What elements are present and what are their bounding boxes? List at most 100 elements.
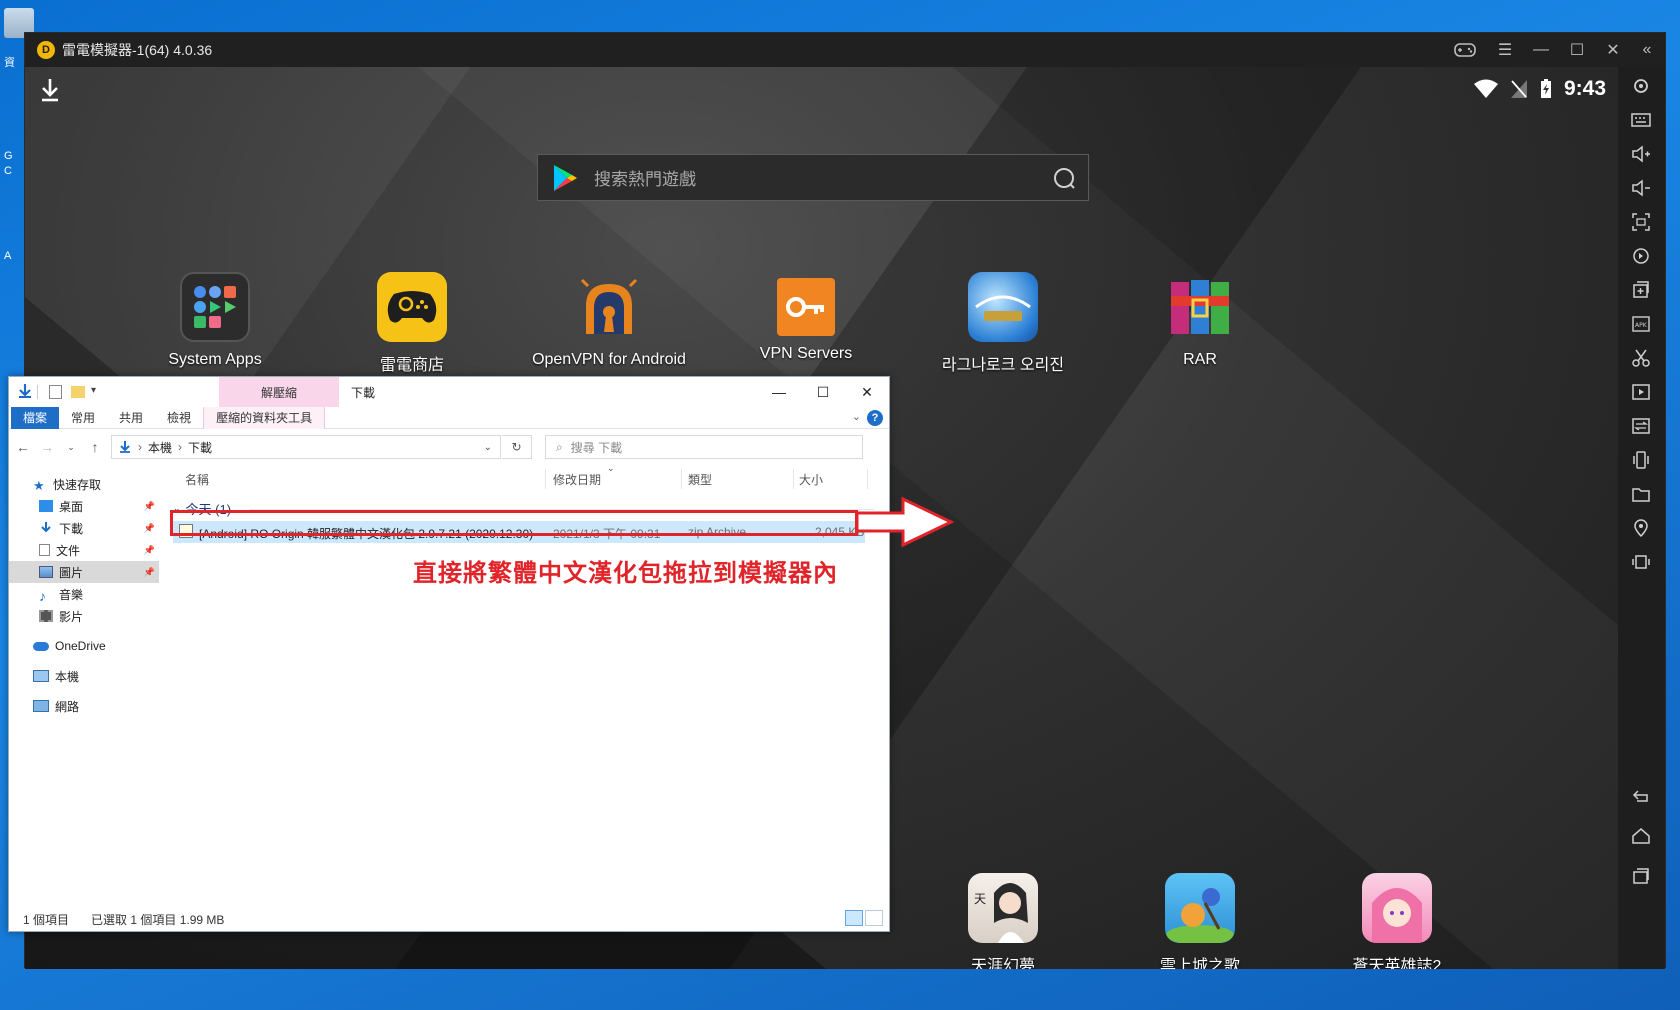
apk-install-icon[interactable]: APK <box>1628 311 1654 337</box>
column-header-type[interactable]: 類型 <box>688 471 712 488</box>
shake-icon[interactable] <box>1628 447 1654 473</box>
new-folder-icon[interactable] <box>71 386 85 398</box>
download-icon[interactable] <box>39 77 61 103</box>
column-divider[interactable] <box>545 469 546 489</box>
breadcrumb-this-pc[interactable]: 本機 <box>148 439 172 456</box>
app-rar[interactable]: RAR <box>1110 272 1290 369</box>
gamepad-icon[interactable] <box>1451 38 1479 62</box>
nav-this-pc[interactable]: 本機 <box>9 665 159 687</box>
menu-icon[interactable]: ☰ <box>1491 38 1519 62</box>
cloud-city-game-icon <box>1165 873 1235 943</box>
scissors-icon[interactable] <box>1628 345 1654 371</box>
recent-apps-icon[interactable] <box>1628 863 1654 889</box>
app-cloud-city[interactable]: 雲上城之歌 <box>1110 873 1290 969</box>
search-icon[interactable] <box>1052 166 1076 190</box>
app-system-apps[interactable]: System Apps <box>125 272 305 369</box>
explorer-search-box[interactable]: ⌕ 搜尋 下載 <box>545 435 863 459</box>
nav-quick-access[interactable]: ★ 快速存取 <box>9 473 159 495</box>
record-video-icon[interactable] <box>1628 379 1654 405</box>
desktop-recycle-bin-icon[interactable] <box>4 8 34 38</box>
column-header-modified[interactable]: 修改日期 <box>553 471 601 488</box>
app-label: 라그나로크 오리진 <box>941 357 1065 374</box>
column-divider[interactable] <box>681 469 682 489</box>
emulator-toolbar: APK <box>1618 67 1665 969</box>
large-icons-view-icon[interactable] <box>865 910 883 926</box>
nav-item-videos[interactable]: 影片 <box>9 605 159 627</box>
app-hero[interactable]: 蒼天英雄誌2 <box>1307 873 1487 969</box>
back-icon[interactable] <box>1628 783 1654 809</box>
up-arrow-icon[interactable]: ↑ <box>85 439 105 455</box>
sync-icon[interactable] <box>1628 413 1654 439</box>
nav-network[interactable]: 網路 <box>9 695 159 717</box>
desktop-icon-label: A <box>4 250 12 262</box>
view-toggle <box>845 910 883 926</box>
pin-icon[interactable]: 📌 <box>144 545 155 556</box>
play-store-search-bar[interactable]: 搜索熱門遊戲 <box>537 154 1089 201</box>
music-note-icon: ♪ <box>39 588 46 604</box>
download-folder-icon <box>120 441 130 453</box>
app-openvpn[interactable]: OpenVPN for Android <box>519 272 699 369</box>
properties-icon[interactable] <box>49 385 62 399</box>
back-arrow-icon[interactable]: ← <box>13 439 33 455</box>
explorer-minimize-button[interactable]: — <box>757 377 801 407</box>
pin-icon[interactable]: 📌 <box>144 523 155 534</box>
collapse-sidebar-icon[interactable]: « <box>1633 38 1661 62</box>
emulator-logo-icon: D <box>37 41 55 59</box>
nav-item-desktop[interactable]: 桌面 📌 <box>9 495 159 517</box>
address-dropdown-icon[interactable]: ⌄ <box>484 442 492 453</box>
location-icon[interactable] <box>1628 515 1654 541</box>
rotate-icon[interactable] <box>1628 243 1654 269</box>
close-icon[interactable]: ✕ <box>1599 38 1627 62</box>
quick-access-toolbar-dropdown-icon[interactable]: ▾ <box>91 385 96 396</box>
app-vpn-servers[interactable]: VPN Servers <box>716 272 896 363</box>
column-divider[interactable] <box>793 469 794 489</box>
maximize-icon[interactable]: ☐ <box>1563 38 1591 62</box>
ld-store-gamepad-icon <box>377 272 447 342</box>
keyboard-icon[interactable] <box>1628 107 1654 133</box>
column-header-size[interactable]: 大小 <box>799 471 823 488</box>
forward-arrow-icon[interactable]: → <box>37 439 57 455</box>
fullscreen-icon[interactable] <box>1628 209 1654 235</box>
openvpn-icon <box>574 272 644 342</box>
settings-gear-icon[interactable] <box>1628 73 1654 99</box>
tab-home[interactable]: 常用 <box>59 407 107 429</box>
nav-onedrive[interactable]: OneDrive <box>9 635 159 657</box>
pin-icon[interactable]: 📌 <box>144 567 155 578</box>
volume-up-icon[interactable] <box>1628 141 1654 167</box>
tab-share[interactable]: 共用 <box>107 407 155 429</box>
column-header-name[interactable]: 名稱 <box>185 471 209 488</box>
explorer-close-button[interactable]: ✕ <box>845 377 889 407</box>
help-icon[interactable]: ? <box>867 410 883 426</box>
home-icon[interactable] <box>1628 823 1654 849</box>
details-view-icon[interactable] <box>845 910 863 926</box>
volume-down-icon[interactable] <box>1628 175 1654 201</box>
nav-item-music[interactable]: ♪ 音樂 <box>9 583 159 605</box>
folder-icon[interactable] <box>1628 481 1654 507</box>
nav-item-downloads[interactable]: 下載 📌 <box>9 517 159 539</box>
refresh-icon[interactable]: ↻ <box>502 435 532 459</box>
app-ragnarok-origin[interactable]: 라그나로크 오리진 <box>913 272 1093 375</box>
search-icon: ⌕ <box>556 439 563 454</box>
minimize-icon[interactable]: — <box>1527 38 1555 62</box>
operation-record-icon[interactable] <box>1628 549 1654 575</box>
tab-compressed-folder-tools[interactable]: 壓縮的資料夾工具 <box>203 406 326 429</box>
multi-instance-icon[interactable] <box>1628 277 1654 303</box>
tab-file[interactable]: 檔案 <box>11 406 60 429</box>
app-ld-store[interactable]: 雷電商店 <box>322 272 502 375</box>
nav-item-documents[interactable]: 文件 📌 <box>9 539 159 561</box>
nav-item-pictures[interactable]: 圖片 📌 <box>9 561 159 583</box>
svg-text:天: 天 <box>974 892 986 906</box>
breadcrumb-downloads[interactable]: 下載 <box>188 439 212 456</box>
tab-view[interactable]: 檢視 <box>155 407 203 429</box>
explorer-maximize-button[interactable]: ☐ <box>801 377 845 407</box>
app-tianya[interactable]: 天 天涯幻夢 <box>913 873 1093 969</box>
address-bar[interactable]: › 本機 › 下載 ⌄ <box>111 435 501 459</box>
explorer-search-placeholder[interactable]: 搜尋 下載 <box>571 439 622 456</box>
recent-locations-icon[interactable]: ⌄ <box>61 442 81 453</box>
wifi-icon <box>1473 79 1498 98</box>
network-icon <box>33 700 49 712</box>
pin-icon[interactable]: 📌 <box>144 501 155 512</box>
ribbon-expand-icon[interactable]: ⌄ <box>852 410 861 423</box>
column-divider[interactable] <box>867 469 868 489</box>
search-placeholder[interactable]: 搜索熱門遊戲 <box>594 165 1052 190</box>
